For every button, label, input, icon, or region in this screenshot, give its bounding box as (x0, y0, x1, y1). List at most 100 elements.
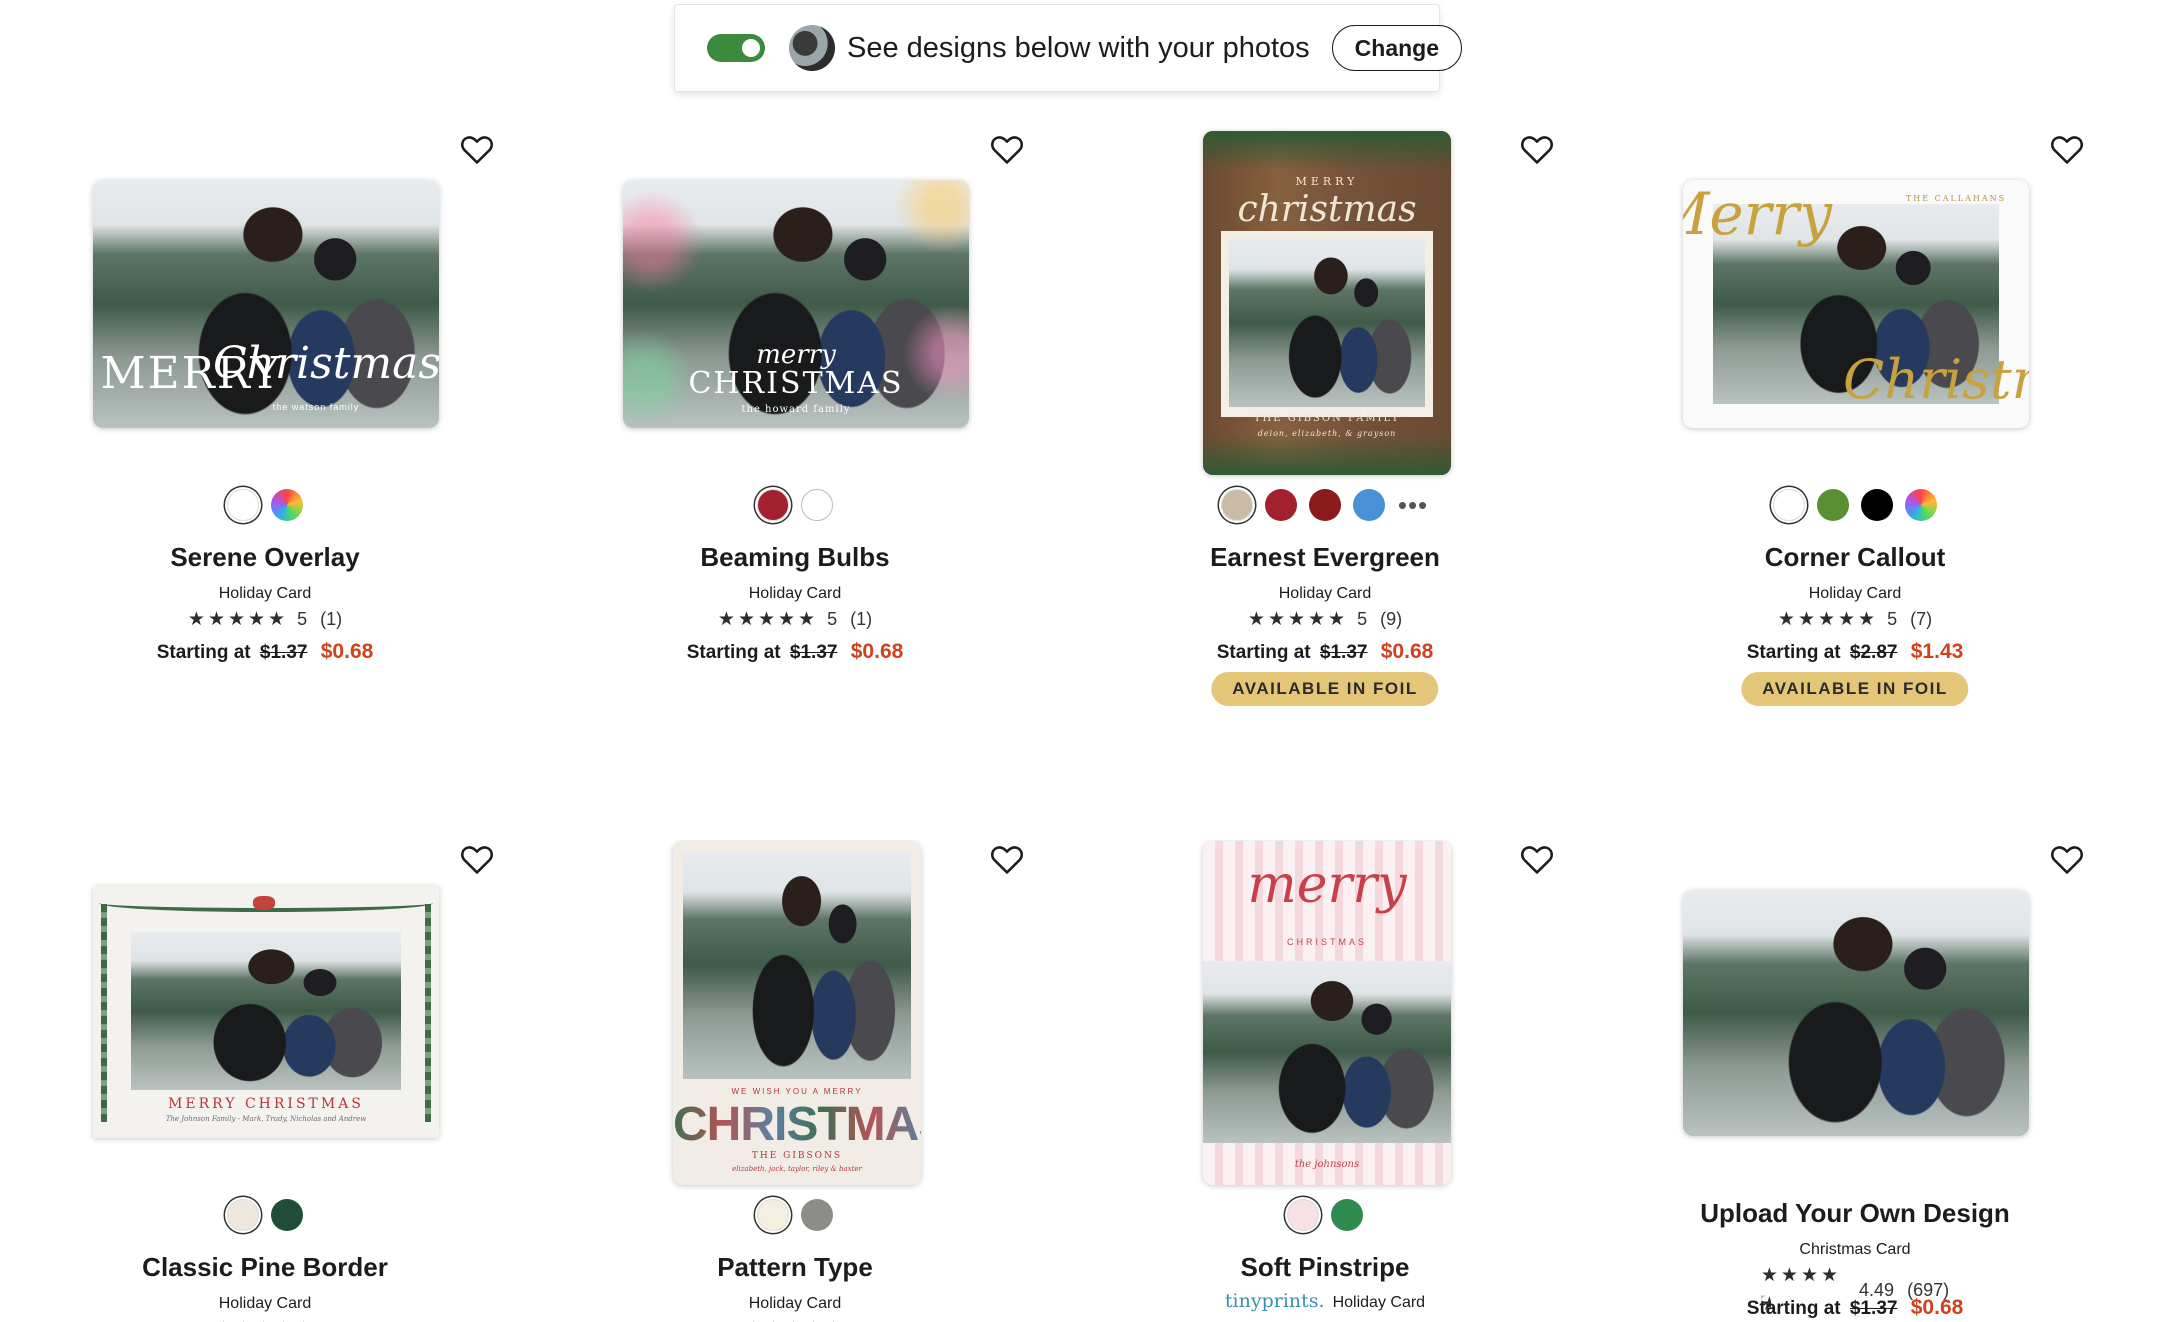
favorite-heart-icon[interactable] (460, 133, 494, 165)
swatch-cream[interactable] (757, 1199, 789, 1231)
swatch-red[interactable] (1265, 489, 1297, 521)
swatch-dark-green[interactable] (271, 1199, 303, 1231)
review-count: (7) (1910, 609, 1933, 629)
product-price: Starting at $1.37 $0.68 (1060, 640, 1590, 664)
card-text-names: elizabeth, jack, taylor, riley & baxter (732, 1165, 862, 1173)
swatch-blue[interactable] (1353, 489, 1385, 521)
product-type: Holiday Card (1332, 1294, 1426, 1311)
old-price: $1.37 (259, 642, 308, 663)
star-rating-icon: ★★★★★ (1247, 609, 1349, 630)
favorite-heart-icon[interactable] (2050, 133, 2084, 165)
product-title[interactable]: Upload Your Own Design (1590, 1198, 2120, 1229)
card-preview-image[interactable]: merry CHRISTMAS the johnsons (1203, 841, 1451, 1185)
product-card-upload-your-own[interactable]: Upload Your Own Design Christmas Card ★★… (1590, 840, 2120, 1322)
price-prefix: Starting at (156, 642, 251, 663)
product-title[interactable]: Earnest Evergreen (1060, 542, 1590, 573)
card-text-merry: merry (1247, 855, 1407, 915)
product-card-classic-pine-border[interactable]: MERRY CHRISTMAS The Johnson Family - Mar… (0, 840, 530, 1322)
price-prefix: Starting at (1746, 642, 1841, 663)
old-price: $2.87 (1849, 642, 1898, 663)
rating-value: 5 (1357, 609, 1368, 629)
card-preview-image[interactable]: MERRY Christmas the watson family (93, 180, 439, 428)
swatch-dark-red[interactable] (1309, 489, 1341, 521)
product-title[interactable]: Soft Pinstripe (1060, 1252, 1590, 1283)
swatch-gray[interactable] (801, 1199, 833, 1231)
price-prefix: Starting at (1746, 1298, 1841, 1319)
photo-preview-bar: See designs below with your photos Chang… (674, 4, 1463, 92)
swatch-rainbow[interactable] (271, 489, 303, 521)
card-text-christmas: CHRISTMAS (673, 1097, 921, 1152)
card-text-christmas: CHRISTMAS (688, 366, 904, 401)
product-type: Holiday Card (1808, 585, 1902, 602)
swatch-white[interactable] (1773, 489, 1805, 521)
product-type: Holiday Card (1278, 585, 1372, 602)
swatch-tan[interactable] (1221, 489, 1253, 521)
product-type: Christmas Card (1799, 1241, 1911, 1258)
color-swatches: ••• (1060, 489, 1590, 521)
swatch-white[interactable] (227, 489, 259, 521)
product-price: Starting at $2.87 $1.43 (1590, 640, 2120, 664)
swatch-black[interactable] (1861, 489, 1893, 521)
rating-value: 5 (827, 609, 838, 629)
card-text-greeting: MERRY CHRISTMAS (168, 1096, 364, 1112)
color-swatches (530, 489, 1060, 521)
product-card-earnest-evergreen[interactable]: MERRY christmas THE GIBSON FAMILY deion,… (1060, 130, 1590, 730)
photo-preview-toggle[interactable] (707, 34, 765, 62)
swatch-red[interactable] (757, 489, 789, 521)
card-preview-image[interactable]: merry CHRISTMAS the howard family (623, 180, 969, 428)
card-preview-image[interactable]: WE WISH YOU A MERRY CHRISTMAS THE GIBSON… (673, 841, 921, 1185)
product-card-serene-overlay[interactable]: MERRY Christmas the watson family Serene… (0, 130, 530, 730)
product-title[interactable]: Corner Callout (1590, 542, 2120, 573)
product-card-soft-pinstripe[interactable]: merry CHRISTMAS the johnsons Soft Pinstr… (1060, 840, 1590, 1322)
product-title[interactable]: Classic Pine Border (0, 1252, 530, 1283)
more-colors-icon[interactable]: ••• (1397, 489, 1429, 521)
product-title[interactable]: Pattern Type (530, 1252, 1060, 1283)
star-rating-icon: ★★★★★ (717, 609, 819, 630)
sale-price: $0.68 (1910, 1296, 1964, 1319)
favorite-heart-icon[interactable] (1520, 133, 1554, 165)
card-text-family: the howard family (741, 404, 851, 415)
swatch-green[interactable] (1331, 1199, 1363, 1231)
review-count: (1) (850, 609, 873, 629)
product-title[interactable]: Beaming Bulbs (530, 542, 1060, 573)
product-rating: ★★★★★ 5 (7) (1590, 608, 2120, 631)
favorite-heart-icon[interactable] (990, 133, 1024, 165)
old-price: $1.37 (789, 642, 838, 663)
star-rating-icon: ★★★★★ (1777, 609, 1879, 630)
card-preview-image[interactable]: Merry Christmas THE CALLAHANS (1683, 180, 2029, 428)
product-price: Starting at $1.37 $0.68 (530, 640, 1060, 664)
product-card-pattern-type[interactable]: WE WISH YOU A MERRY CHRISTMAS THE GIBSON… (530, 840, 1060, 1322)
product-price: Starting at $1.37 $0.68 (0, 640, 530, 664)
card-text-names: deion, elizabeth, & grayson (1257, 429, 1397, 438)
card-text-merry: Merry (1683, 180, 1832, 248)
card-text-wish: WE WISH YOU A MERRY (731, 1087, 863, 1096)
product-type-line: tinyprints. Holiday Card (1060, 1290, 1590, 1312)
swatch-cream[interactable] (227, 1199, 259, 1231)
favorite-heart-icon[interactable] (990, 843, 1024, 875)
product-rating: ★★★★★ 5 (9) (1060, 608, 1590, 631)
change-photos-button[interactable]: Change (1331, 25, 1463, 71)
photo-preview-text: See designs below with your photos (847, 31, 1310, 64)
swatch-pink[interactable] (1287, 1199, 1319, 1231)
product-card-beaming-bulbs[interactable]: merry CHRISTMAS the howard family Beamin… (530, 130, 1060, 730)
swatch-green[interactable] (1817, 489, 1849, 521)
rating-value: 5 (1887, 609, 1898, 629)
card-text-family: THE GIBSON FAMILY (1253, 413, 1401, 424)
swatch-rainbow[interactable] (1905, 489, 1937, 521)
old-price: $1.37 (1849, 1298, 1898, 1319)
product-title[interactable]: Serene Overlay (0, 542, 530, 573)
brand-logo: tinyprints. (1224, 1290, 1325, 1312)
product-type: Holiday Card (748, 1295, 842, 1312)
card-text-family: THE GIBSONS (751, 1151, 843, 1161)
favorite-heart-icon[interactable] (460, 843, 494, 875)
swatch-white[interactable] (801, 489, 833, 521)
color-swatches (0, 1199, 530, 1231)
favorite-heart-icon[interactable] (1520, 843, 1554, 875)
card-preview-image[interactable]: MERRY CHRISTMAS The Johnson Family - Mar… (93, 886, 439, 1138)
product-card-corner-callout[interactable]: Merry Christmas THE CALLAHANS Corner Cal… (1590, 130, 2120, 730)
card-preview-image[interactable]: MERRY christmas THE GIBSON FAMILY deion,… (1203, 131, 1451, 475)
product-price: Starting at $1.37 $0.68 (1590, 1296, 2120, 1320)
favorite-heart-icon[interactable] (2050, 843, 2084, 875)
color-swatches (1060, 1199, 1590, 1231)
card-preview-image[interactable] (1683, 890, 2029, 1136)
